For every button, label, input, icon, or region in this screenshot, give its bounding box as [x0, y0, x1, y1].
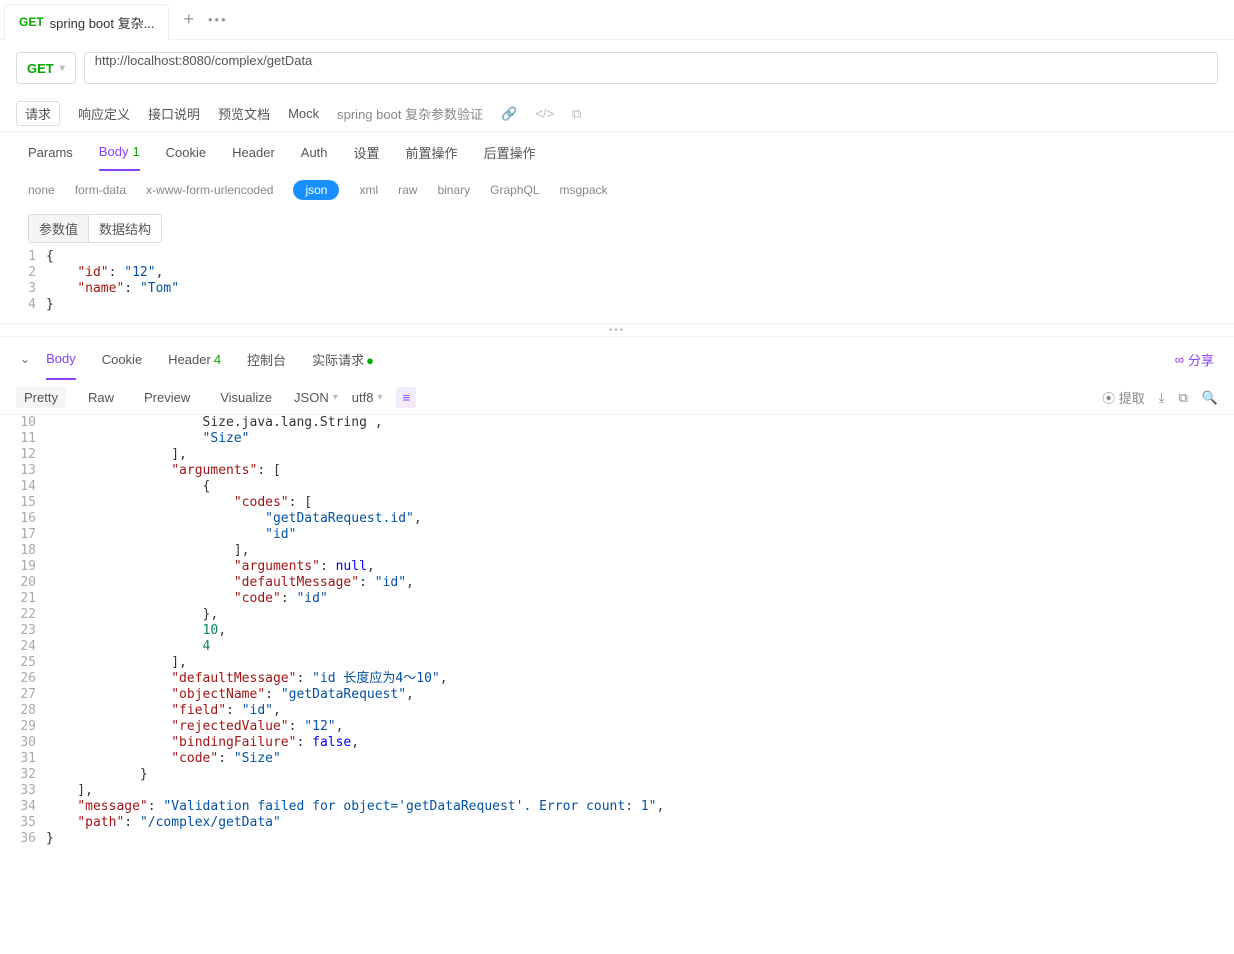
extract-label: 提取 [1119, 391, 1145, 406]
chevron-down-icon: ▾ [333, 392, 338, 403]
body-type-row: none form-data x-www-form-urlencoded jso… [0, 172, 1234, 208]
resp-tab-real-request[interactable]: 实际请求● [312, 338, 374, 381]
tab-title: spring boot 复杂... [50, 13, 155, 32]
format-select[interactable]: JSON ▾ [294, 390, 338, 405]
window-tab[interactable]: GET spring boot 复杂... [4, 4, 169, 40]
tab-preview-doc[interactable]: 预览文档 [218, 104, 270, 123]
view-preview[interactable]: Preview [136, 387, 198, 408]
response-toolbar: Pretty Raw Preview Visualize JSON▾ utf8▾… [0, 381, 1234, 415]
chevron-down-icon[interactable]: ⌄ [20, 352, 30, 366]
add-tab-icon[interactable]: + [183, 9, 194, 30]
body-type-none[interactable]: none [28, 183, 55, 197]
tab-request[interactable]: 请求 [16, 101, 60, 126]
more-icon[interactable]: ••• [208, 12, 228, 27]
window-tab-bar: GET spring boot 复杂... + ••• [0, 0, 1234, 40]
view-pretty[interactable]: Pretty [16, 387, 66, 408]
resp-tab-cookie[interactable]: Cookie [102, 340, 142, 379]
url-text: http://localhost:8080/complex/getData [95, 53, 313, 68]
response-code: Size.java.lang.String , "Size" ], "argum… [46, 415, 1224, 847]
request-gutter: 1234 [10, 249, 46, 313]
request-tabs: Params Body1 Cookie Header Auth 设置 前置操作 … [0, 132, 1234, 172]
doc-tabs: 请求 响应定义 接口说明 预览文档 Mock spring boot 复杂参数验… [0, 96, 1234, 132]
body-mode-segment: 参数值 数据结构 [28, 214, 162, 243]
body-type-form-data[interactable]: form-data [75, 183, 126, 197]
status-dot-icon: ● [366, 353, 374, 368]
view-raw[interactable]: Raw [80, 387, 122, 408]
tab-body[interactable]: Body1 [99, 134, 140, 171]
share-label: 分享 [1188, 350, 1214, 369]
resp-tab-header-label: Header [168, 352, 211, 367]
body-type-json[interactable]: json [293, 180, 339, 200]
http-method: GET [27, 61, 54, 76]
encoding-label: utf8 [352, 390, 374, 405]
seg-data-structure[interactable]: 数据结构 [88, 215, 161, 242]
search-icon[interactable]: 🔍 [1202, 390, 1218, 406]
format-label: JSON [294, 390, 329, 405]
chevron-down-icon: ▾ [60, 63, 65, 74]
body-type-graphql[interactable]: GraphQL [490, 183, 539, 197]
body-type-xml[interactable]: xml [359, 183, 378, 197]
http-method-select[interactable]: GET ▾ [16, 52, 76, 84]
body-type-urlencoded[interactable]: x-www-form-urlencoded [146, 183, 273, 197]
resp-tab-body[interactable]: Body [46, 339, 76, 380]
tab-settings[interactable]: 设置 [354, 133, 380, 172]
link-icon[interactable]: 🔗 [501, 106, 517, 122]
share-button[interactable]: ∞ 分享 [1175, 350, 1214, 369]
body-type-binary[interactable]: binary [437, 183, 470, 197]
tab-auth[interactable]: Auth [301, 135, 328, 170]
breadcrumb: spring boot 复杂参数验证 [337, 104, 483, 123]
body-type-raw[interactable]: raw [398, 183, 417, 197]
tab-mock[interactable]: Mock [288, 106, 319, 121]
url-input[interactable]: http://localhost:8080/complex/getData [84, 52, 1218, 84]
tab-body-label: Body [99, 144, 129, 159]
body-mode-row: 参数值 数据结构 [0, 208, 1234, 249]
share-icon: ∞ [1175, 352, 1184, 367]
tab-params[interactable]: Params [28, 135, 73, 170]
tab-pre-script[interactable]: 前置操作 [406, 133, 458, 172]
url-row: GET ▾ http://localhost:8080/complex/getD… [0, 40, 1234, 96]
chevron-down-icon: ▾ [377, 392, 382, 403]
extract-button[interactable]: ⦿ 提取 [1102, 388, 1145, 407]
response-tabs: ⌄ Body Cookie Header4 控制台 实际请求● ∞ 分享 [0, 337, 1234, 381]
tab-response-def[interactable]: 响应定义 [78, 104, 130, 123]
tab-interface-desc[interactable]: 接口说明 [148, 104, 200, 123]
pane-divider[interactable]: ••• [0, 323, 1234, 337]
save-icon[interactable]: ⤓ [1159, 390, 1165, 406]
header-count-badge: 4 [214, 352, 221, 367]
request-body-editor[interactable]: 1234 { "id": "12", "name": "Tom"} [0, 249, 1234, 323]
code-icon[interactable]: </> [535, 106, 554, 121]
tab-post-script[interactable]: 后置操作 [484, 133, 536, 172]
view-visualize[interactable]: Visualize [212, 387, 280, 408]
tab-cookie[interactable]: Cookie [166, 135, 206, 170]
resp-tab-header[interactable]: Header4 [168, 340, 221, 379]
tab-header[interactable]: Header [232, 135, 275, 170]
response-body-viewer[interactable]: 1011121314151617181920212223242526272829… [0, 415, 1234, 857]
request-code[interactable]: { "id": "12", "name": "Tom"} [46, 249, 1224, 313]
encoding-select[interactable]: utf8▾ [352, 390, 383, 405]
format-icon[interactable]: ≡ [396, 387, 416, 408]
resp-tab-real-label: 实际请求 [312, 353, 364, 368]
copy-icon[interactable]: ⧉ [1179, 390, 1188, 406]
response-gutter: 1011121314151617181920212223242526272829… [10, 415, 46, 847]
seg-param-value[interactable]: 参数值 [29, 215, 88, 242]
copy-icon[interactable]: ⧉ [572, 106, 581, 122]
resp-tab-console[interactable]: 控制台 [247, 338, 286, 381]
body-badge: 1 [132, 144, 139, 159]
body-type-msgpack[interactable]: msgpack [560, 183, 608, 197]
tab-method: GET [19, 15, 44, 29]
